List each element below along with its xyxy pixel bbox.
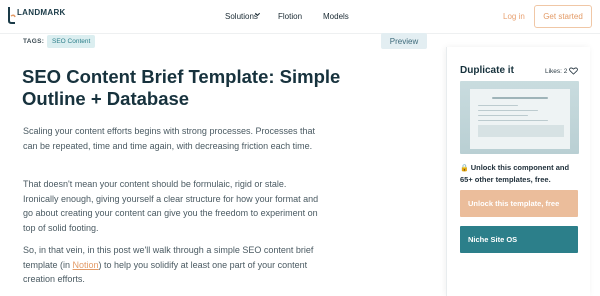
template-preview-image[interactable]	[460, 81, 579, 154]
heart-icon[interactable]	[569, 67, 578, 75]
paragraph-walkthrough: So, in that vein, in this post we'll wal…	[23, 243, 323, 287]
preview-tab[interactable]: Preview	[381, 33, 427, 49]
page-title: SEO Content Brief Template: Simple Outli…	[22, 66, 341, 109]
landmark-logo-icon	[8, 7, 16, 24]
card-title: Duplicate it	[460, 65, 514, 76]
nav-item-solutions[interactable]: Solutions	[225, 12, 258, 21]
preview-line	[478, 120, 548, 121]
preview-page	[470, 89, 570, 149]
paragraph-intro: Scaling your content efforts begins with…	[23, 126, 315, 151]
nav-item-flotion[interactable]: Flotion	[278, 12, 302, 21]
tag-seo-content[interactable]: SEO Content	[47, 35, 96, 48]
likes-count: Likes: 2	[545, 68, 568, 75]
notion-link[interactable]: Notion	[73, 260, 99, 270]
lock-icon: 🔒	[460, 165, 469, 172]
niche-site-os-button[interactable]: Niche Site OS	[460, 226, 578, 253]
unlock-text: Unlock this component and 65+ other temp…	[460, 163, 570, 184]
login-link[interactable]: Log in	[503, 12, 525, 21]
preview-line	[478, 110, 538, 111]
preview-line	[478, 105, 518, 106]
nav-item-models[interactable]: Models	[323, 12, 349, 21]
paragraph-structure: That doesn't mean your content should be…	[23, 179, 319, 234]
get-started-button[interactable]: Get started	[534, 5, 592, 28]
unlock-description: 🔒 Unlock this component and 65+ other tem…	[460, 162, 582, 185]
logo-text: LANDMARK	[17, 8, 66, 17]
preview-line	[478, 115, 528, 116]
preview-table	[478, 125, 564, 137]
unlock-template-button[interactable]: Unlock this template, free	[460, 190, 578, 217]
chevron-down-icon[interactable]	[254, 11, 261, 18]
preview-line	[492, 97, 548, 99]
tags-label: TAGS:	[23, 38, 45, 45]
duplicate-card: Duplicate it Likes: 2 🔒 Unlock this compo…	[446, 47, 590, 296]
top-nav: LANDMARK Solutions Flotion Models Log in…	[0, 0, 600, 34]
